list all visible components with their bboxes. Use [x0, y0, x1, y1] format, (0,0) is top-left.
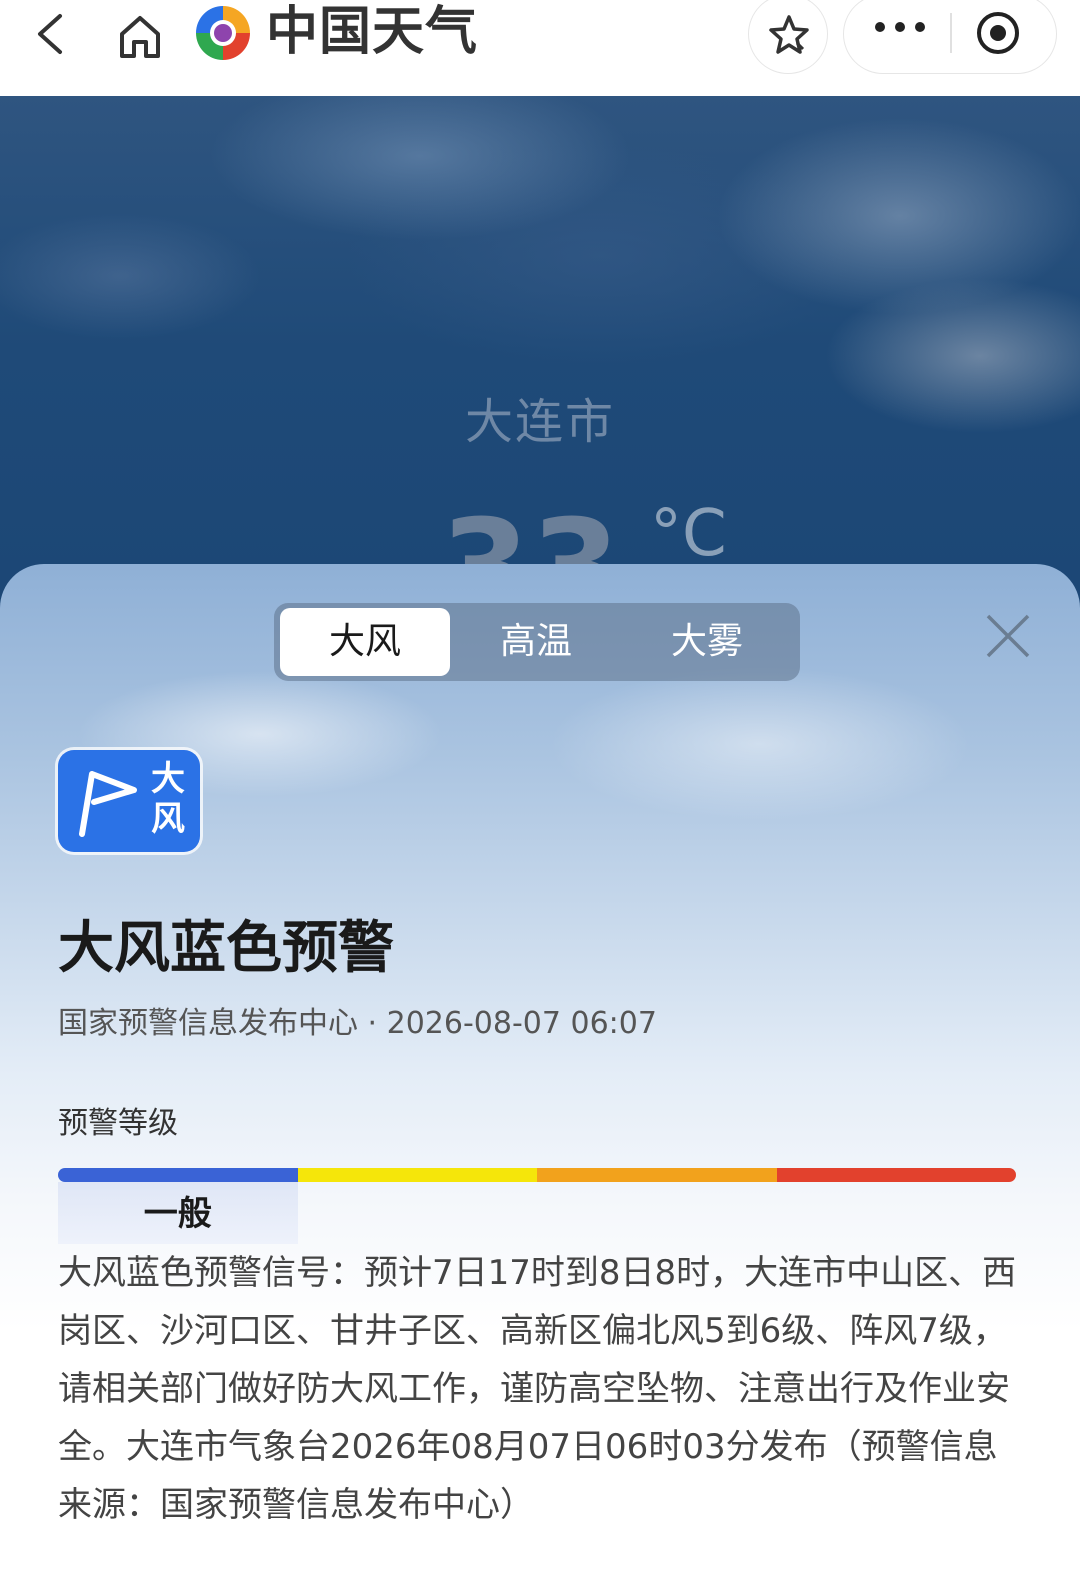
warning-level-label: 预警等级	[58, 1106, 178, 1141]
favorite-button[interactable]	[748, 0, 828, 74]
miniapp-capsule	[843, 0, 1057, 74]
level-segment	[297, 1168, 537, 1182]
level-segment	[537, 1168, 777, 1182]
close-icon[interactable]	[984, 612, 1032, 660]
badge-char-2: 风	[151, 799, 185, 839]
alert-tabs: 大风 高温 大雾	[274, 603, 800, 681]
alert-sheet: 大风 高温 大雾 大 风 大风蓝色预警 国家预警信息发布中心 · 2026-08…	[0, 564, 1080, 1586]
current-level-indicator: 一般	[58, 1182, 298, 1244]
alert-title: 大风蓝色预警	[58, 916, 394, 981]
level-segment	[58, 1168, 298, 1182]
top-bar: 中国天气	[0, 0, 1080, 96]
badge-char-1: 大	[151, 759, 185, 799]
star-icon	[769, 15, 809, 54]
tab-strong-wind[interactable]: 大风	[280, 608, 450, 676]
target-icon[interactable]	[974, 9, 1022, 57]
temperature-value: 33	[440, 502, 621, 566]
home-icon[interactable]	[114, 10, 166, 62]
level-segment	[776, 1168, 1016, 1182]
alert-source-time: 国家预警信息发布中心 · 2026-08-07 06:07	[58, 1006, 657, 1041]
ellipsis-icon[interactable]	[874, 17, 926, 37]
tab-dense-fog[interactable]: 大雾	[622, 608, 792, 676]
strong-wind-warning-icon: 大 风	[58, 750, 200, 852]
tab-high-temperature[interactable]: 高温	[451, 608, 621, 676]
city-name: 大连市	[464, 394, 615, 450]
wind-flag-icon	[79, 771, 137, 837]
chevron-left-icon[interactable]	[28, 10, 76, 58]
alert-description: 大风蓝色预警信号：预计7日17时到8日8时，大连市中山区、西岗区、沙河口区、甘井…	[58, 1253, 1017, 1525]
temperature-unit: °C	[650, 497, 727, 566]
capsule-divider	[950, 13, 952, 53]
app-title: 中国天气	[266, 2, 479, 62]
current-temperature: 33 °C	[440, 496, 740, 566]
warning-level-bar	[58, 1168, 1016, 1182]
app-logo-icon	[196, 6, 250, 60]
current-level-text: 一般	[143, 1194, 212, 1234]
